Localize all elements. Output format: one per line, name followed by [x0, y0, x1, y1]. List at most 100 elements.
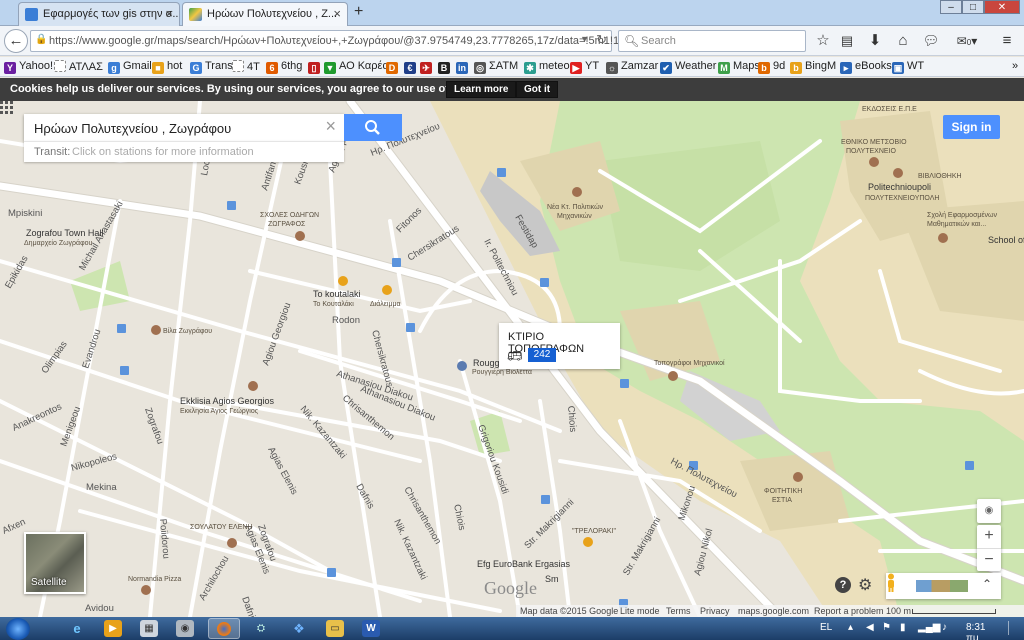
bookmarks-overflow-button[interactable]: »	[1012, 60, 1018, 72]
help-icon[interactable]: ?	[835, 577, 851, 593]
browser-search-bar[interactable]: 🔍︎ Search	[618, 30, 806, 52]
dropbox-icon[interactable]: ❖	[290, 620, 308, 637]
poi-label[interactable]: School of	[988, 235, 1024, 245]
address-bar[interactable]: 🔒 https://www.google.gr/maps/search/Ηρώω…	[30, 30, 631, 52]
poi-label[interactable]: Μηχανικών	[557, 212, 592, 220]
bus-line-badge[interactable]: 242	[528, 348, 556, 362]
clear-search-icon[interactable]: ×	[325, 116, 336, 137]
poi-label[interactable]: ΠΟΛΥΤΕΧΝΕΙΟ	[846, 148, 896, 155]
new-tab-button[interactable]: +	[354, 3, 363, 21]
disk-icon[interactable]: ◉	[176, 620, 194, 637]
tab-google-maps[interactable]: Ηρώων Πολυτεχνείου , Ζ... ×	[182, 2, 348, 27]
bookmark-item[interactable]: G Trans	[190, 60, 233, 74]
bookmark-item[interactable]: ■ hot	[152, 60, 182, 74]
bookmark-item[interactable]: B	[438, 60, 453, 74]
bookmark-item[interactable]: ✱ meteo	[524, 60, 570, 74]
pegman-icon[interactable]	[886, 573, 896, 593]
poi-label[interactable]: Βίλα Ζωγράφου	[163, 327, 212, 335]
chevron-up-icon[interactable]: ⌃	[982, 577, 992, 591]
privacy-link[interactable]: Privacy	[700, 606, 730, 616]
bookmark-item[interactable]: ✔ Weather	[660, 60, 716, 74]
url-dropdown-icon[interactable]: ▼	[580, 34, 589, 44]
bookmark-item[interactable]: €	[404, 60, 419, 74]
tab-close-icon[interactable]: ×	[165, 6, 173, 21]
apps-grid-icon[interactable]	[0, 101, 14, 115]
start-button[interactable]	[6, 618, 30, 640]
tab-close-icon[interactable]: ×	[333, 6, 341, 21]
bookmark-item[interactable]: 6 6thg	[266, 60, 302, 74]
my-location-button[interactable]: ◉	[977, 499, 1001, 523]
minimize-button[interactable]: –	[940, 0, 962, 14]
back-button[interactable]: ←	[4, 29, 28, 53]
lite-mode-link[interactable]: Lite mode	[620, 606, 660, 616]
gear-icon[interactable]: ⚙	[858, 575, 872, 595]
tab-gis-apps[interactable]: Εφαρμογές των gis στην σ... ×	[18, 2, 180, 26]
poi-label[interactable]: ΕΚΔΟΣΕΙΣ Ε.Π.Ε	[862, 106, 917, 113]
bookmark-item[interactable]: ▼ ΑΟ Καρέα	[324, 60, 389, 74]
poi-label[interactable]: Τοπογράφοι Μηχανικοί	[654, 359, 725, 367]
bookmarks-icon[interactable]: ▤	[836, 30, 858, 52]
maps-site-link[interactable]: maps.google.com	[738, 606, 809, 616]
zoom-in-button[interactable]: +	[977, 525, 1001, 548]
show-desktop-button[interactable]	[1008, 621, 1020, 635]
poi-label[interactable]: ΣΟΥΛΑΤΟΥ ΕΛΕΝΗ	[190, 524, 253, 531]
station-info-card[interactable]: ΚΤΙΡΙΟ ΤΟΠΟΓΡΑΦΩΝ 🚌︎ 242	[499, 323, 620, 369]
poi-label[interactable]: Διάλειμμα	[370, 300, 401, 308]
maps-search-box[interactable]: Ηρώων Πολυτεχνείου , Ζωγράφου ×	[24, 114, 344, 141]
sign-in-button[interactable]: Sign in	[943, 115, 1000, 139]
poi-label[interactable]: Το Κουταλάκι	[313, 300, 354, 308]
poi-label[interactable]: Ρουγγιέρη Βιολέττα	[472, 368, 532, 376]
poi-label[interactable]: ΠΟΛΥΤΕΧΝΕΙΟΥΠΟΛΗ	[865, 195, 939, 202]
bookmark-item[interactable]: ▣ WT	[892, 60, 924, 74]
poi-label[interactable]: Νέα Κτ. Πολιτικών	[547, 203, 604, 211]
menu-icon[interactable]: ≡	[996, 30, 1018, 52]
close-window-button[interactable]: ✕	[984, 0, 1020, 14]
poi-label[interactable]: Δημαρχείο Ζωγράφου	[24, 239, 93, 247]
bookmark-item[interactable]: g Gmail	[108, 60, 152, 74]
clock[interactable]: 8:31 πμ	[966, 622, 985, 640]
poi-label[interactable]: ΒΙΒΛΙΟΘΗΚΗ	[918, 173, 962, 180]
firefox-icon[interactable]	[208, 618, 240, 639]
bookmark-item[interactable]: Y Yahoo!	[4, 60, 53, 74]
ie-icon[interactable]: e	[68, 620, 86, 637]
maps-search-button[interactable]	[344, 114, 402, 141]
power-icon[interactable]: ▮	[900, 622, 906, 633]
bookmark-item[interactable]: b 9d	[758, 60, 785, 74]
bookmark-item[interactable]: ▯	[308, 60, 323, 74]
volume-icon[interactable]: ◀	[866, 622, 874, 633]
poi-label[interactable]: ΟΛΚΟΣ	[866, 101, 891, 103]
poi-label[interactable]: ΣΧΟΛΕΣ ΟΔΗΓΩΝ	[260, 212, 319, 219]
reload-icon[interactable]: ↻	[596, 32, 607, 48]
poi-label[interactable]: ΕΘΝΙΚΟ ΜΕΤΣΟΒΙΟ	[841, 139, 907, 146]
chat-icon[interactable]: 💬︎	[920, 30, 942, 52]
network-icon[interactable]: ⛭	[252, 620, 270, 637]
flag-icon[interactable]: ⚑	[882, 622, 891, 633]
map-canvas[interactable]: Ηρ. Πολυτεχνείου Ir. Politechniou Ηρ. Πολυ…	[0, 101, 1024, 617]
bookmark-item[interactable]: ▶ YT	[570, 60, 599, 74]
bookmark-star-icon[interactable]: ☆	[812, 30, 834, 52]
got-it-button[interactable]: Got it	[516, 81, 559, 98]
poi-label[interactable]: "ΤΡΕΛΟΡΑΚΙ"	[572, 528, 617, 535]
language-indicator[interactable]: EL	[820, 622, 832, 633]
poi-label[interactable]: Efg EuroBank Ergasias	[477, 559, 571, 569]
bookmark-item[interactable]: 4T	[232, 60, 260, 73]
poi-label[interactable]: Zografou Town Hall	[26, 228, 103, 238]
scale-label[interactable]: 100 m	[886, 606, 911, 616]
learn-more-button[interactable]: Learn more	[446, 81, 517, 98]
bookmark-item[interactable]: ΑΤΛΑΣ	[54, 60, 103, 73]
poi-label[interactable]: Εκκλησία Άγιος Γεώργιος	[180, 407, 259, 415]
poi-label[interactable]: Sm	[545, 574, 559, 584]
home-icon[interactable]: ⌂	[892, 30, 914, 52]
poi-label[interactable]: ΖΩΓΡΑΦΟΣ	[268, 221, 306, 228]
tray-expand-icon[interactable]: ▴	[848, 622, 853, 633]
poi-label[interactable]: Ekklisia Agios Georgios	[180, 396, 275, 406]
imagery-thumbnails[interactable]	[916, 580, 968, 592]
poi-label[interactable]: To koutalaki	[313, 289, 361, 299]
media-player-icon[interactable]: ▶	[104, 620, 122, 637]
poi-label[interactable]: Normandia Pizza	[128, 576, 181, 583]
street-view-panel[interactable]: ⌃	[886, 573, 1001, 599]
bookmark-item[interactable]: D	[386, 60, 401, 74]
speaker-icon[interactable]: ♪	[942, 622, 947, 633]
bookmark-item[interactable]: ▸ eBooks	[840, 60, 892, 74]
bookmark-item[interactable]: b BingM	[790, 60, 836, 74]
